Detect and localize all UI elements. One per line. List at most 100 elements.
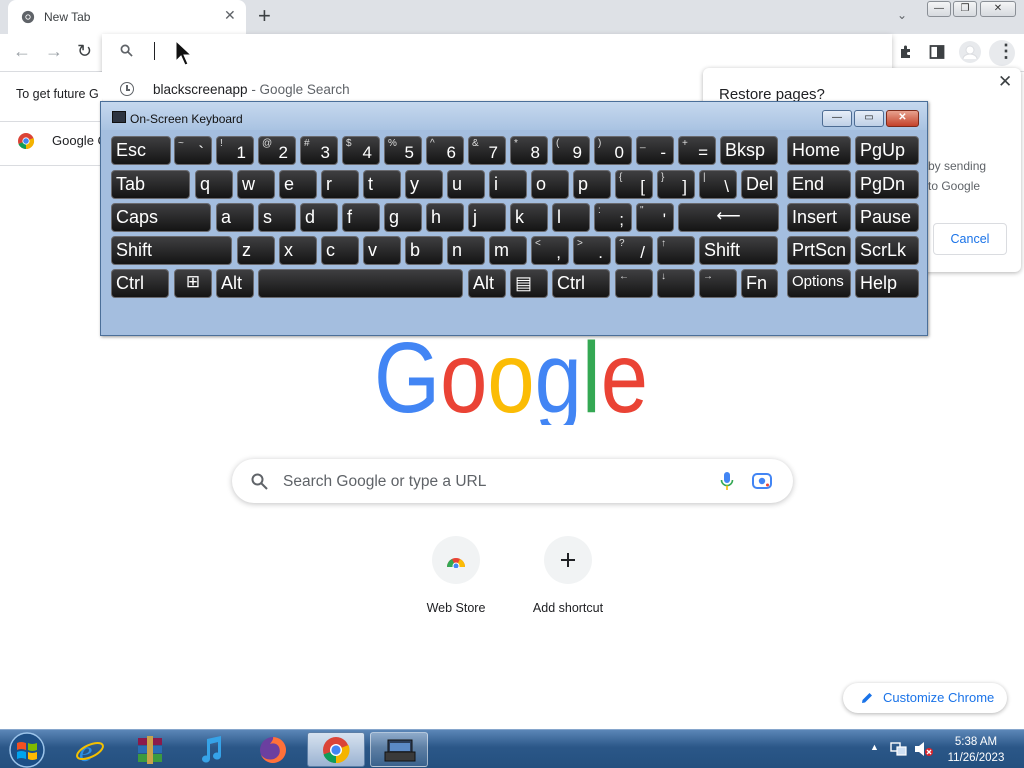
key-6[interactable]: ^ 6 bbox=[426, 136, 464, 165]
voice-search-icon[interactable] bbox=[720, 471, 734, 491]
key-options[interactable]: Options bbox=[787, 269, 851, 298]
key-g[interactable]: g bbox=[384, 203, 422, 232]
key-v[interactable]: v bbox=[363, 236, 401, 265]
key-j[interactable]: j bbox=[468, 203, 506, 232]
system-clock[interactable]: 5:38 AM 11/26/2023 bbox=[940, 734, 1012, 766]
key-9[interactable]: (9 bbox=[552, 136, 590, 165]
key-menu[interactable]: ▤ bbox=[510, 269, 548, 298]
taskbar-on-screen-keyboard[interactable] bbox=[370, 732, 428, 767]
key-left[interactable]: ← bbox=[615, 269, 653, 298]
cancel-button[interactable]: Cancel bbox=[933, 223, 1007, 255]
key-y[interactable]: y bbox=[405, 170, 443, 199]
key-p[interactable]: p bbox=[573, 170, 611, 199]
key-fn[interactable]: Fn bbox=[741, 269, 778, 298]
key-pause[interactable]: Pause bbox=[855, 203, 919, 232]
taskbar-chrome[interactable] bbox=[307, 732, 365, 767]
key-5[interactable]: % 5 bbox=[384, 136, 422, 165]
key-end[interactable]: End bbox=[787, 170, 851, 199]
key-slash[interactable]: ? / bbox=[615, 236, 653, 265]
key-i[interactable]: i bbox=[489, 170, 527, 199]
key-a[interactable]: a bbox=[216, 203, 254, 232]
key-pgdn[interactable]: PgDn bbox=[855, 170, 919, 199]
key-rshift[interactable]: Shift bbox=[699, 236, 778, 265]
key-x[interactable]: x bbox=[279, 236, 317, 265]
key-tab[interactable]: Tab bbox=[111, 170, 190, 199]
key-f[interactable]: f bbox=[342, 203, 380, 232]
key-lbracket[interactable]: {[ bbox=[615, 170, 653, 199]
key-1[interactable]: ! 1 bbox=[216, 136, 254, 165]
key-l[interactable]: l bbox=[552, 203, 590, 232]
key-bksp[interactable]: Bksp bbox=[720, 136, 778, 165]
key-k[interactable]: k bbox=[510, 203, 548, 232]
key-quote[interactable]: " ' bbox=[636, 203, 674, 232]
key-q[interactable]: q bbox=[195, 170, 233, 199]
key-help[interactable]: Help bbox=[855, 269, 919, 298]
key-lctrl[interactable]: Ctrl bbox=[111, 269, 169, 298]
key-home[interactable]: Home bbox=[787, 136, 851, 165]
key-semicolon[interactable]: :; bbox=[594, 203, 632, 232]
shortcut-web-store[interactable]: Web Store bbox=[406, 536, 506, 615]
key-0[interactable]: ) 0 bbox=[594, 136, 632, 165]
key-o[interactable]: o bbox=[531, 170, 569, 199]
key-r[interactable]: r bbox=[321, 170, 359, 199]
key-comma[interactable]: <, bbox=[531, 236, 569, 265]
reload-button[interactable]: ↻ bbox=[77, 41, 92, 62]
side-panel-icon[interactable] bbox=[929, 44, 945, 60]
key-backslash[interactable]: | \ bbox=[699, 170, 737, 199]
bookmark-label[interactable]: Google C bbox=[52, 133, 107, 148]
lens-camera-icon[interactable] bbox=[752, 472, 772, 490]
restore-close-icon[interactable]: ✕ bbox=[998, 72, 1012, 92]
key-win[interactable]: ⊞ bbox=[174, 269, 212, 298]
key-rctrl[interactable]: Ctrl bbox=[552, 269, 610, 298]
chrome-menu-button[interactable]: ⋮ bbox=[997, 41, 1015, 62]
key-n[interactable]: n bbox=[447, 236, 485, 265]
key-t[interactable]: t bbox=[363, 170, 401, 199]
key-4[interactable]: $4 bbox=[342, 136, 380, 165]
tab-search-chevron-icon[interactable]: ⌄ bbox=[897, 8, 907, 22]
key-insert[interactable]: Insert bbox=[787, 203, 851, 232]
key-esc[interactable]: Esc bbox=[111, 136, 171, 165]
key-8[interactable]: * 8 bbox=[510, 136, 548, 165]
key-space[interactable] bbox=[258, 269, 463, 298]
key-prtscn[interactable]: PrtScn bbox=[787, 236, 851, 265]
key-ralt[interactable]: Alt bbox=[468, 269, 506, 298]
shortcut-add[interactable]: Add shortcut bbox=[518, 536, 618, 615]
key-equals[interactable]: + = bbox=[678, 136, 716, 165]
key-tilde[interactable]: ~ ` bbox=[174, 136, 212, 165]
restore-window-button[interactable]: ❐ bbox=[953, 1, 977, 17]
tab-new-tab[interactable]: New Tab ✕ bbox=[8, 0, 246, 34]
key-2[interactable]: @2 bbox=[258, 136, 296, 165]
start-orb-icon[interactable] bbox=[5, 731, 49, 768]
key-z[interactable]: z bbox=[237, 236, 275, 265]
key-w[interactable]: w bbox=[237, 170, 275, 199]
key-b[interactable]: b bbox=[405, 236, 443, 265]
key-lalt[interactable]: Alt bbox=[216, 269, 254, 298]
back-button[interactable]: ← bbox=[13, 41, 31, 62]
osk-maximize-button[interactable]: ▭ bbox=[854, 110, 884, 127]
key-h[interactable]: h bbox=[426, 203, 464, 232]
taskbar-itunes[interactable] bbox=[182, 732, 240, 767]
key-rbracket[interactable]: }] bbox=[657, 170, 695, 199]
key-right[interactable]: → bbox=[699, 269, 737, 298]
taskbar-internet-explorer[interactable]: e bbox=[62, 732, 120, 767]
key-3[interactable]: #3 bbox=[300, 136, 338, 165]
osk-titlebar[interactable]: On-Screen Keyboard — ▭ ✕ bbox=[101, 102, 927, 130]
key-e[interactable]: e bbox=[279, 170, 317, 199]
key-del[interactable]: Del bbox=[741, 170, 778, 199]
osk-minimize-button[interactable]: — bbox=[822, 110, 852, 127]
key-pgup[interactable]: PgUp bbox=[855, 136, 919, 165]
taskbar-winrar[interactable] bbox=[121, 732, 179, 767]
key-enter[interactable]: ⟵ bbox=[678, 203, 779, 232]
close-window-button[interactable]: ✕ bbox=[980, 1, 1016, 17]
minimize-button[interactable]: — bbox=[927, 1, 951, 17]
volume-muted-icon[interactable] bbox=[914, 741, 934, 757]
network-icon[interactable] bbox=[890, 741, 908, 757]
key-c[interactable]: c bbox=[321, 236, 359, 265]
profile-icon[interactable] bbox=[958, 40, 982, 64]
key-u[interactable]: u bbox=[447, 170, 485, 199]
omnibox-input[interactable] bbox=[148, 39, 848, 63]
key-minus[interactable]: _ - bbox=[636, 136, 674, 165]
key-7[interactable]: & 7 bbox=[468, 136, 506, 165]
key-scrlk[interactable]: ScrLk bbox=[855, 236, 919, 265]
key-period[interactable]: >. bbox=[573, 236, 611, 265]
